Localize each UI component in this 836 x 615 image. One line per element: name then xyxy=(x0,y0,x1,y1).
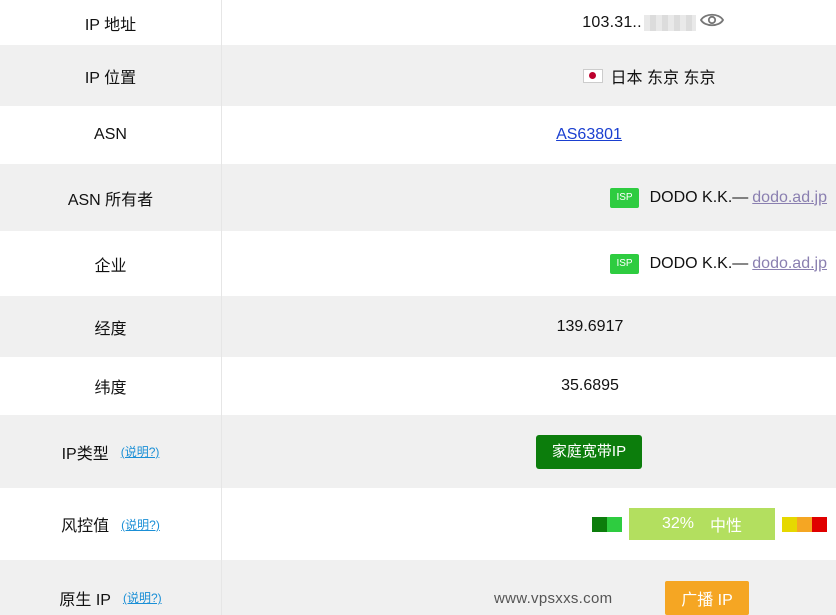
row-risk: 风控值 (说明?) 32% 中性 xyxy=(0,488,836,560)
latitude-label: 纬度 xyxy=(0,357,222,415)
row-ip-address: IP 地址 103.31.. xyxy=(0,0,836,45)
company-label: 企业 xyxy=(0,231,222,296)
ip-location-value: 日本 东京 东京 xyxy=(222,45,836,106)
risk-score-bar: 32% 中性 xyxy=(629,508,775,540)
row-ip-type: IP类型 (说明?) 家庭宽带IP xyxy=(0,415,836,488)
watermark: www.vpsxxs.com xyxy=(494,590,613,607)
risk-meter: 32% 中性 xyxy=(592,488,827,560)
risk-percent: 32% xyxy=(661,515,694,532)
ip-info-table: IP 地址 103.31.. IP 位置 日本 东京 东京 ASN AS6380… xyxy=(0,0,836,615)
asn-link[interactable]: AS63801 xyxy=(556,126,622,144)
isp-badge: ISP xyxy=(610,253,639,274)
risk-block-very-low xyxy=(592,516,607,532)
company-value: ISP DODO K.K.— dodo.ad.jp xyxy=(222,231,836,296)
ip-type-label: IP类型 (说明?) xyxy=(0,415,222,488)
ip-location-label-text: IP 位置 xyxy=(84,69,137,87)
latitude-label-text: 纬度 xyxy=(94,380,127,397)
ip-location-group: 日本 东京 东京 xyxy=(582,64,716,88)
risk-level: 中性 xyxy=(710,518,743,535)
native-ip-help-link[interactable]: (说明?) xyxy=(123,589,162,606)
asn-owner-domain-link[interactable]: dodo.ad.jp xyxy=(752,189,827,207)
asn-label: ASN xyxy=(0,106,222,164)
asn-owner-label-text: ASN 所有者 xyxy=(67,191,154,209)
row-latitude: 纬度 35.6895 xyxy=(0,357,836,415)
row-longitude: 经度 139.6917 xyxy=(0,296,836,357)
row-company: 企业 ISP DODO K.K.— dodo.ad.jp xyxy=(0,231,836,296)
japan-flag-icon xyxy=(582,68,603,83)
company-label-text: 企业 xyxy=(94,257,127,275)
asn-owner-value: ISP DODO K.K.— dodo.ad.jp xyxy=(222,164,836,231)
ip-address-label: IP 地址 xyxy=(0,0,222,45)
ip-type-help-link[interactable]: (说明?) xyxy=(121,443,160,460)
longitude-label-text: 经度 xyxy=(94,320,127,338)
eye-icon[interactable] xyxy=(699,12,724,33)
risk-label: 风控值 (说明?) xyxy=(0,488,222,560)
ip-type-value: 家庭宽带IP xyxy=(222,415,836,488)
native-ip-label-text: 原生 IP xyxy=(59,591,111,609)
native-ip-label: 原生 IP (说明?) xyxy=(0,560,222,615)
asn-value: AS63801 xyxy=(222,106,836,164)
native-ip-badge: 广播 IP xyxy=(665,581,749,615)
ip-mask xyxy=(643,14,696,31)
longitude-label: 经度 xyxy=(0,296,222,357)
ip-address-text: 103.31.. xyxy=(582,13,642,31)
ip-address-value: 103.31.. xyxy=(222,0,836,45)
longitude-value: 139.6917 xyxy=(222,296,836,357)
risk-block-high xyxy=(797,516,812,532)
asn-label-text: ASN xyxy=(94,126,127,143)
asn-owner-name: DODO K.K.— xyxy=(649,188,749,206)
risk-block-low xyxy=(607,516,622,532)
ip-location-label: IP 位置 xyxy=(0,45,222,106)
latitude-value: 35.6895 xyxy=(222,357,836,415)
row-asn-owner: ASN 所有者 ISP DODO K.K.— dodo.ad.jp xyxy=(0,164,836,231)
company-domain-link[interactable]: dodo.ad.jp xyxy=(752,255,827,273)
ip-address-group: 103.31.. xyxy=(582,12,724,33)
risk-block-medium xyxy=(782,516,797,532)
ip-type-label-text: IP类型 xyxy=(61,445,109,463)
risk-label-text: 风控值 xyxy=(61,518,110,535)
asn-owner-label: ASN 所有者 xyxy=(0,164,222,231)
isp-badge: ISP xyxy=(610,187,639,208)
latitude-text: 35.6895 xyxy=(561,377,619,394)
row-ip-location: IP 位置 日本 东京 东京 xyxy=(0,45,836,106)
risk-block-very-high xyxy=(812,516,827,532)
risk-help-link[interactable]: (说明?) xyxy=(121,516,160,533)
longitude-text: 139.6917 xyxy=(556,317,624,335)
row-native-ip: 原生 IP (说明?) 广播 IP xyxy=(0,560,836,615)
risk-value: 32% 中性 xyxy=(222,488,836,560)
ip-type-badge: 家庭宽带IP xyxy=(535,434,643,469)
row-asn: ASN AS63801 xyxy=(0,106,836,164)
ip-location-text: 日本 东京 东京 xyxy=(610,69,716,87)
ip-address-label-text: IP 地址 xyxy=(84,16,137,34)
company-name: DODO K.K.— xyxy=(649,254,749,272)
